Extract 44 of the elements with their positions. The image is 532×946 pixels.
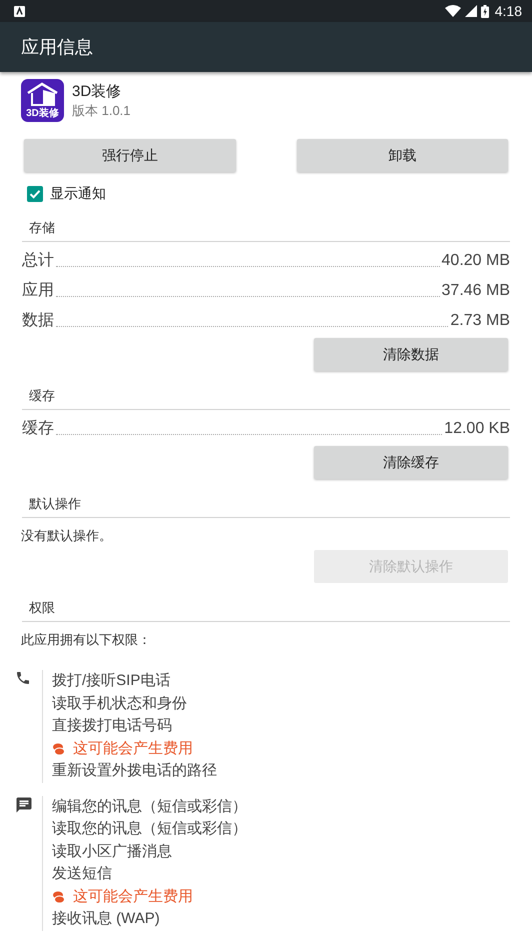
clear-button[interactable]: 清除缓存 — [314, 446, 508, 479]
permission-item: 读取小区广播消息 — [52, 842, 173, 862]
size-label: 总计 — [22, 250, 54, 271]
coins-icon — [52, 890, 66, 904]
permission-item: 拨打/接听SIP电话 — [52, 671, 172, 691]
permission-item: 读取手机状态和身份 — [52, 694, 188, 714]
coins-icon — [52, 742, 66, 756]
section-header: 存储 — [22, 203, 510, 242]
size-label: 缓存 — [22, 418, 54, 439]
size-label: 应用 — [22, 280, 54, 301]
notification-icon — [14, 6, 25, 16]
message-icon — [15, 796, 33, 814]
clock-time: 4:18 — [494, 3, 522, 19]
permission-item: 重新设置外拨电话的路径 — [52, 761, 217, 781]
size-value: 12.00 KB — [444, 419, 510, 439]
wifi-icon — [444, 5, 461, 17]
section-header: 默认操作 — [22, 479, 510, 518]
action-button[interactable]: 强行停止 — [24, 139, 236, 172]
section-header: 权限 — [22, 583, 510, 622]
phone-icon — [15, 670, 31, 686]
size-value: 2.73 MB — [450, 311, 510, 331]
size-value: 40.20 MB — [442, 251, 510, 271]
permission-item: 读取您的讯息（短信或彩信） — [52, 819, 247, 839]
app-name: 3D装修 — [72, 82, 122, 102]
size-value: 37.46 MB — [442, 281, 510, 301]
checkbox-label: 显示通知 — [50, 185, 106, 203]
signal-icon — [464, 5, 477, 17]
app-version: 版本 1.0.1 — [72, 102, 131, 120]
section-header: 缓存 — [22, 371, 510, 410]
checkbox[interactable] — [27, 186, 43, 202]
app-icon: 3D装修 — [21, 79, 64, 122]
clear-button[interactable]: 清除数据 — [314, 338, 508, 371]
permission-item: 接收讯息 (WAP) — [52, 909, 161, 929]
permission-item: 编辑您的讯息（短信或彩信） — [52, 796, 247, 816]
permission-item: 直接拨打电话号码 — [52, 716, 173, 736]
cost-warning: 这可能会产生费用 — [52, 738, 217, 760]
cost-warning: 这可能会产生费用 — [52, 886, 247, 908]
permission-item: 发送短信 — [52, 864, 113, 884]
size-label: 数据 — [22, 311, 54, 331]
info-text: 此应用拥有以下权限： — [20, 631, 152, 648]
battery-icon — [480, 4, 489, 18]
action-button[interactable]: 卸载 — [296, 139, 508, 172]
info-text: 没有默认操作。 — [20, 527, 113, 544]
app-bar-title: 应用信息 — [21, 36, 93, 59]
